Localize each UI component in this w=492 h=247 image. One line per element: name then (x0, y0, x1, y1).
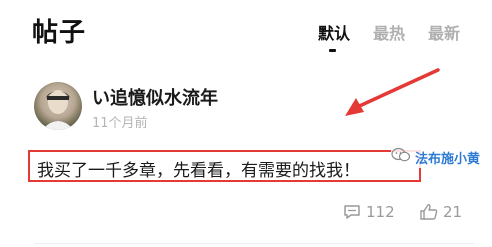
post-timestamp: 11个月前 (92, 116, 148, 131)
like-button[interactable]: 21 (419, 200, 462, 224)
comment-count: 112 (366, 203, 395, 221)
active-tab-indicator (329, 49, 336, 52)
thumbs-up-icon (419, 202, 439, 222)
wechat-icon (391, 147, 411, 167)
watermark-text: 法布施小黄 (415, 151, 481, 167)
tab-newest[interactable]: 最新 (428, 20, 460, 44)
tab-default[interactable]: 默认 (318, 20, 350, 44)
comment-button[interactable]: 112 (342, 200, 395, 224)
avatar[interactable] (34, 82, 82, 130)
user-avatar-icon (42, 90, 74, 130)
like-count: 21 (443, 203, 463, 221)
watermark: 法布施小黄 (391, 146, 481, 168)
username[interactable]: い追憶似水流年 (92, 84, 218, 110)
comment-icon (342, 202, 362, 222)
sort-tabs: 默认 最热 最新 (0, 20, 492, 60)
post-divider (34, 243, 474, 244)
post-content[interactable]: 我买了一千多章，先看看，有需要的找我！ (37, 156, 360, 181)
tab-hottest[interactable]: 最热 (373, 20, 405, 44)
header: 帖子 默认 最热 最新 (0, 0, 492, 62)
post-actions: 112 21 (0, 200, 492, 230)
